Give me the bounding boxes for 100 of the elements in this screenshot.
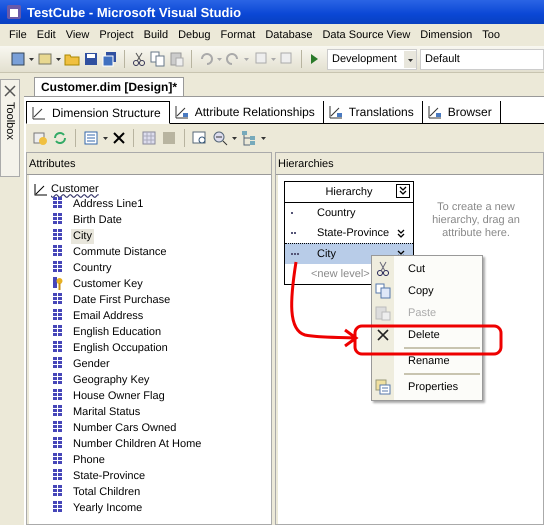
paste-icon[interactable]	[169, 51, 185, 67]
cut-icon[interactable]	[131, 51, 147, 67]
attribute-icon	[53, 421, 63, 435]
menu-item[interactable]: Edit	[32, 29, 61, 41]
hierarchy-level[interactable]: Country	[285, 203, 413, 223]
dimension-name[interactable]: Customer	[51, 182, 99, 194]
attribute-item[interactable]: Marital Status	[71, 404, 142, 420]
attribute-item[interactable]: Date First Purchase	[71, 292, 172, 308]
attribute-item[interactable]: English Occupation	[71, 340, 170, 356]
dropdown-arrow-icon[interactable]	[261, 136, 266, 140]
dropdown-arrow-icon[interactable]	[56, 58, 61, 60]
dropdown-arrow-icon[interactable]	[232, 136, 237, 140]
dropdown-arrow-icon[interactable]	[103, 136, 108, 140]
collapse-button[interactable]	[396, 184, 410, 198]
attribute-item[interactable]: Customer Key	[71, 276, 145, 292]
attribute-icon	[53, 341, 63, 355]
menu-item[interactable]: Project	[94, 29, 139, 41]
dimension-icon	[33, 182, 49, 196]
attribute-icon	[53, 437, 63, 451]
attribute-item[interactable]: Total Children	[71, 484, 142, 500]
menu-item[interactable]: Too	[477, 29, 506, 41]
attribute-item[interactable]: City	[71, 228, 94, 244]
attribute-item[interactable]: Number Cars Owned	[71, 420, 178, 436]
attribute-item[interactable]: State-Province	[71, 468, 148, 484]
designer-tab[interactable]: Translations	[324, 101, 423, 123]
properties-icon	[375, 379, 391, 395]
copy-icon[interactable]	[150, 51, 166, 67]
attribute-icon	[53, 405, 63, 419]
menu-item[interactable]: Build	[138, 29, 174, 41]
designer-tab[interactable]: Attribute Relationships	[170, 101, 324, 123]
attribute-icon	[53, 389, 63, 403]
attribute-item[interactable]: Birth Date	[71, 212, 124, 228]
diagram-layout-icon[interactable]	[241, 130, 257, 146]
attribute-icon	[53, 453, 63, 467]
attribute-icon	[53, 197, 63, 211]
attribute-icon	[53, 501, 63, 515]
menu-item[interactable]: Database	[260, 29, 318, 41]
dropdown-arrow-icon[interactable]	[29, 58, 34, 60]
attribute-item[interactable]: Gender	[71, 356, 112, 372]
attribute-item[interactable]: Country	[71, 260, 114, 276]
delete-icon	[377, 329, 389, 341]
add-item-icon[interactable]	[37, 51, 53, 67]
context-menu-item[interactable]: Properties	[372, 376, 482, 398]
attribute-icon	[53, 469, 63, 483]
save-icon[interactable]	[83, 51, 99, 67]
attribute-icon	[53, 309, 63, 323]
designer-tab[interactable]: Dimension Structure	[26, 101, 170, 124]
configuration-dropdown[interactable]: Development	[327, 48, 417, 70]
attribute-icon	[53, 245, 63, 259]
attribute-icon	[53, 213, 63, 227]
attribute-icon	[53, 261, 63, 275]
menu-item[interactable]: Format	[216, 29, 260, 41]
menu-item[interactable]: Data Source View	[317, 29, 416, 41]
chart-axes-icon	[31, 104, 47, 120]
delete-icon[interactable]	[112, 131, 126, 145]
attribute-item[interactable]: House Owner Flag	[71, 388, 167, 404]
chart-axes-icon	[174, 104, 190, 120]
attribute-item[interactable]: Yearly Income	[71, 500, 144, 516]
attribute-item[interactable]: English Education	[71, 324, 164, 340]
attribute-item[interactable]: Geography Key	[71, 372, 152, 388]
tools-icon	[3, 84, 17, 98]
new-project-icon[interactable]	[10, 51, 26, 67]
attribute-item[interactable]: Commute Distance	[71, 244, 169, 260]
grid-icon[interactable]	[141, 130, 157, 146]
save-all-icon[interactable]	[102, 51, 118, 67]
attribute-icon	[53, 373, 63, 387]
hierarchy-level[interactable]: State-Province	[285, 223, 413, 243]
zoom-out-icon[interactable]	[212, 130, 228, 146]
attribute-item[interactable]: Email Address	[71, 308, 146, 324]
app-icon	[6, 4, 22, 20]
attribute-icon	[53, 357, 63, 371]
attribute-icon	[53, 325, 63, 339]
data-source-view-icon[interactable]	[32, 130, 48, 146]
context-menu-item[interactable]: Copy	[372, 280, 482, 302]
menu-item[interactable]: File	[4, 29, 32, 41]
menu-item[interactable]: Debug	[173, 29, 216, 41]
attribute-item[interactable]: Number Children At Home	[71, 436, 204, 452]
attribute-icon	[53, 485, 63, 499]
chart-axes-icon	[426, 104, 443, 120]
list-view-icon[interactable]	[83, 130, 99, 146]
menu-item[interactable]: Dimension	[415, 29, 478, 41]
platform-dropdown[interactable]: Default	[420, 48, 544, 70]
document-tab[interactable]: Customer.dim [Design]*	[34, 77, 184, 96]
attribute-icon	[53, 229, 63, 243]
start-icon[interactable]	[308, 51, 320, 67]
key-icon	[53, 277, 63, 291]
window-title: TestCube - Microsoft Visual Studio	[27, 4, 242, 20]
zoom-fit-icon[interactable]	[192, 130, 208, 146]
chart-axes-icon	[328, 104, 344, 120]
designer-tab[interactable]: Browser	[422, 101, 501, 123]
attribute-item[interactable]: Phone	[71, 452, 107, 468]
hierarchy-title: Hierarchy	[325, 186, 373, 198]
context-menu-item[interactable]: Delete	[372, 324, 482, 346]
attribute-icon	[53, 293, 63, 307]
expand-chevron-icon[interactable]	[397, 228, 405, 238]
hint-text: To create a new hierarchy, drag an attribute here.	[431, 201, 521, 240]
context-menu-item[interactable]: Rename	[372, 350, 482, 372]
menu-item[interactable]: View	[60, 29, 94, 41]
toolbox-tab[interactable]: Toolbox	[0, 79, 20, 177]
attribute-item[interactable]: Address Line1	[71, 196, 146, 212]
